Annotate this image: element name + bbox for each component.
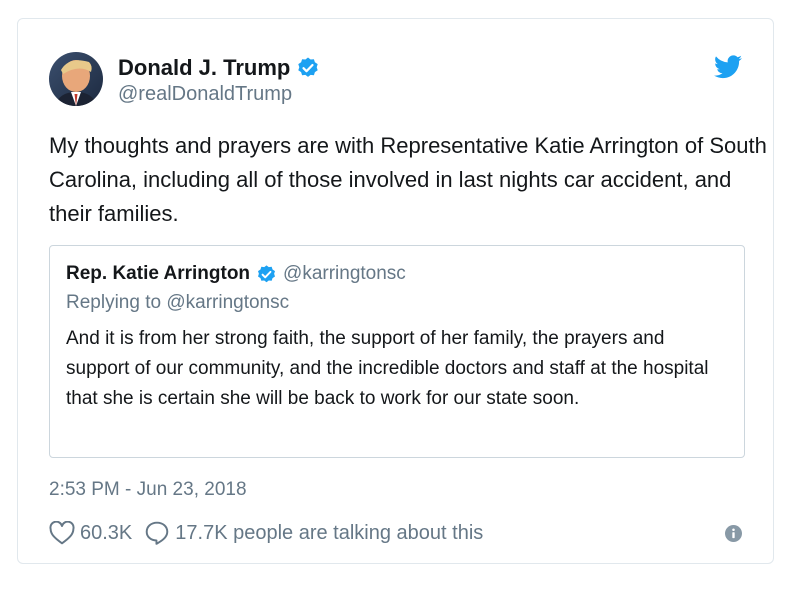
quoted-author-row: Rep. Katie Arrington @karringtonsc <box>66 262 406 286</box>
conversation-button[interactable]: 17.7K people are talking about this <box>144 520 483 546</box>
verified-badge-icon <box>256 264 277 285</box>
quoted-tweet[interactable]: Rep. Katie Arrington @karringtonsc Reply… <box>49 245 745 458</box>
verified-badge-icon <box>296 56 320 80</box>
info-icon[interactable] <box>725 525 742 542</box>
twitter-bird-icon[interactable] <box>714 55 742 84</box>
profile-photo-icon <box>49 52 103 106</box>
author-avatar[interactable] <box>49 52 103 106</box>
replying-to-label: Replying to <box>66 292 162 313</box>
author-handle[interactable]: @realDonaldTrump <box>118 82 292 106</box>
heart-icon <box>49 521 75 545</box>
tweet-text: My thoughts and prayers are with Represe… <box>49 133 767 226</box>
author-name-row: Donald J. Trump <box>118 55 320 81</box>
speech-bubble-icon <box>145 521 169 545</box>
like-count: 60.3K <box>80 522 133 544</box>
author-name[interactable]: Donald J. Trump <box>118 55 290 81</box>
tweet-timestamp[interactable]: 2:53 PM - Jun 23, 2018 <box>49 478 247 502</box>
replying-to: Replying to @karringtonsc <box>66 291 289 315</box>
replying-to-handle[interactable]: @karringtonsc <box>166 292 289 313</box>
conversation-count: 17.7K people are talking about this <box>175 522 484 544</box>
quoted-author-handle[interactable]: @karringtonsc <box>283 262 406 286</box>
quoted-tweet-text: And it is from her strong faith, the sup… <box>66 328 709 409</box>
like-button[interactable]: 60.3K <box>49 521 132 545</box>
tweet-card: Donald J. Trump @realDonaldTrump My thou… <box>17 18 774 564</box>
tweet-actions: 60.3K 17.7K people are talking about thi… <box>49 519 495 547</box>
quoted-author-name[interactable]: Rep. Katie Arrington <box>66 262 250 286</box>
